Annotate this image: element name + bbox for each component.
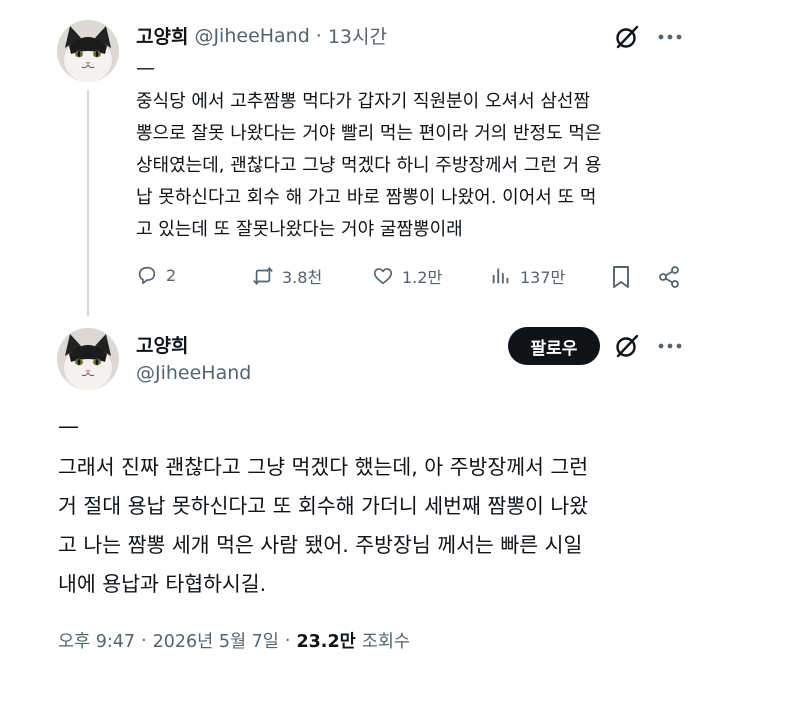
tweet-date[interactable]: 2026년 5월 7일 bbox=[153, 628, 279, 653]
thread-line bbox=[87, 90, 89, 316]
separator: · bbox=[315, 24, 322, 47]
grok-icon[interactable] bbox=[612, 331, 642, 361]
tweet-text-line: 거 절대 용납 못하신다고 또 회수해 가더니 세번째 짬뽕이 나왔 bbox=[58, 494, 589, 518]
tweet-time[interactable]: 오후 9:47 bbox=[58, 628, 135, 653]
like-icon bbox=[373, 268, 393, 285]
like-button[interactable]: 1.2만 bbox=[372, 264, 442, 288]
tweet-text-line: 내에 용납과 타협하시길. bbox=[58, 572, 267, 596]
tweet-text-line: 고 나는 짬뽕 세개 먹은 사람 됐어. 주방장님 께서는 빠른 시일 bbox=[58, 533, 583, 557]
separator: · bbox=[284, 630, 291, 651]
avatar[interactable] bbox=[57, 328, 119, 390]
more-icon[interactable] bbox=[655, 333, 685, 359]
reply-button[interactable]: 2 bbox=[136, 264, 176, 286]
tweet-text-line: 상태였는데, 괜찮다고 그냥 먹겠다 하니 주방장께서 그런 거 용 bbox=[136, 155, 602, 176]
handle[interactable]: @JiheeHand bbox=[194, 25, 309, 47]
like-count: 1.2만 bbox=[402, 268, 443, 287]
more-icon[interactable] bbox=[655, 24, 685, 50]
follow-button[interactable]: 팔로우 bbox=[508, 327, 600, 365]
separator: · bbox=[141, 630, 147, 651]
handle[interactable]: @JiheeHand bbox=[136, 362, 251, 384]
display-name[interactable]: 고양희 bbox=[136, 22, 188, 49]
tweet-text: 중식당 에서 고추짬뽕 먹다가 갑자기 직원분이 오셔서 삼선짬 뽕으로 잘못 … bbox=[136, 86, 602, 246]
avatar[interactable] bbox=[57, 20, 119, 82]
repost-icon bbox=[253, 266, 273, 286]
tweet-meta: 오후 9:47 · 2026년 5월 7일 · 23.2만 조회수 bbox=[58, 628, 410, 653]
views-icon bbox=[492, 268, 509, 284]
grok-icon[interactable] bbox=[612, 22, 642, 52]
tweet-text-line: 고 있는데 또 잘못나왔다는 거야 굴짬뽕이래 bbox=[136, 219, 463, 240]
views-button[interactable]: 137만 bbox=[490, 264, 565, 288]
views-count: 137만 bbox=[520, 268, 566, 287]
cat-avatar-image bbox=[57, 20, 119, 82]
repost-count: 3.8천 bbox=[282, 268, 323, 287]
timestamp[interactable]: 13시간 bbox=[328, 22, 387, 49]
dash-mark: — bbox=[136, 57, 155, 79]
tweet-text-line: 뽕으로 잘못 나왔다는 거야 빨리 먹는 편이라 거의 반정도 먹은 bbox=[136, 123, 602, 144]
tweet-text-line: 그래서 진짜 괜찮다고 그냥 먹겠다 했는데, 아 주방장께서 그런 bbox=[58, 455, 589, 479]
reply-count: 2 bbox=[166, 265, 177, 285]
share-icon[interactable] bbox=[656, 264, 682, 290]
bookmark-icon[interactable] bbox=[608, 264, 634, 290]
reply-icon bbox=[138, 266, 156, 285]
repost-button[interactable]: 3.8천 bbox=[252, 264, 322, 288]
display-name[interactable]: 고양희 bbox=[136, 331, 188, 358]
tweet-text: 그래서 진짜 괜찮다고 그냥 먹겠다 했는데, 아 주방장께서 그런 거 절대 … bbox=[58, 448, 588, 604]
tweet-text-line: 납 못하신다고 회수 해 가고 바로 짬뽕이 나왔어. 이어서 또 먹 bbox=[136, 187, 597, 208]
dash-mark: — bbox=[58, 414, 79, 438]
cat-avatar-image bbox=[57, 328, 119, 390]
view-count: 23.2만 bbox=[296, 632, 356, 652]
view-count-label: 조회수 bbox=[361, 632, 411, 652]
tweet-text-line: 중식당 에서 고추짬뽕 먹다가 갑자기 직원분이 오셔서 삼선짬 bbox=[136, 91, 591, 112]
